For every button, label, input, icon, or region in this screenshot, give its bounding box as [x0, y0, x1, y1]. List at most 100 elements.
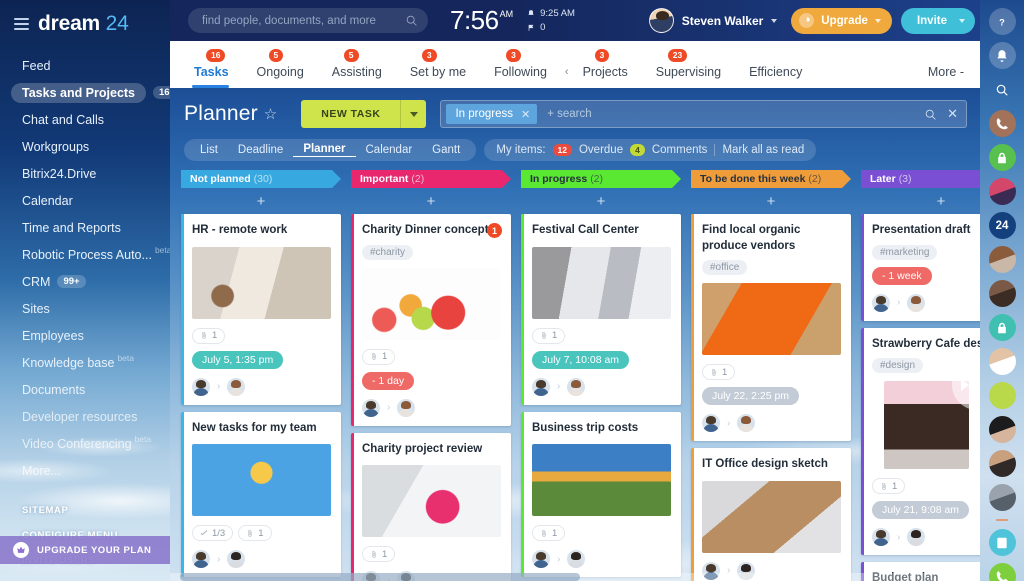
avatar[interactable] — [702, 414, 720, 433]
clear-filter-icon[interactable]: ✕ — [947, 106, 958, 122]
rail-lock-icon[interactable] — [988, 314, 1016, 341]
tab-projects[interactable]: Projects 3 — [573, 49, 646, 88]
task-card[interactable]: New tasks for my team 1/3 1 › — [181, 411, 341, 578]
chevron-down-icon[interactable] — [874, 18, 881, 23]
task-card[interactable]: Charity project review1› — [351, 432, 511, 581]
search-icon[interactable] — [405, 14, 418, 27]
sidebar-item-chat-and-calls[interactable]: Chat and Calls — [0, 106, 170, 133]
scrollbar-thumb[interactable] — [180, 573, 580, 581]
view-deadline[interactable]: Deadline — [228, 144, 293, 156]
sidebar-item-video-conferencing[interactable]: Video Conferencing beta — [0, 430, 170, 457]
sidebar-item-time-and-reports[interactable]: Time and Reports — [0, 214, 170, 241]
avatar[interactable] — [192, 377, 210, 396]
add-card-button[interactable]: + — [351, 188, 511, 214]
avatar[interactable] — [567, 377, 586, 396]
rail-avatar-icon[interactable] — [988, 246, 1016, 273]
invite-button[interactable]: Invite — [900, 7, 975, 34]
avatar[interactable] — [397, 398, 416, 417]
tab-scroll-left-icon[interactable]: ‹ — [565, 66, 573, 88]
task-card[interactable]: HR - remote work 1 July 5, 1:35 pm › — [181, 214, 341, 405]
rail-phone-icon[interactable] — [988, 563, 1016, 581]
view-calendar[interactable]: Calendar — [356, 144, 423, 156]
sidebar-item-workgroups[interactable]: Workgroups — [0, 133, 170, 160]
sidebar-item-tasks-and-projects[interactable]: Tasks and Projects 16 — [0, 79, 170, 106]
avatar[interactable] — [192, 550, 210, 569]
new-task-dropdown[interactable] — [401, 100, 426, 128]
sidebar-item-robotic-process-auto[interactable]: Robotic Process Auto... beta — [0, 241, 170, 268]
favorite-star-icon[interactable]: ☆ — [264, 105, 277, 123]
tab-set-by-me[interactable]: Set by me 3 — [400, 49, 484, 88]
view-list[interactable]: List — [190, 144, 228, 156]
rail-avatar-icon[interactable] — [988, 416, 1016, 443]
rail-help-icon[interactable]: ? — [988, 8, 1016, 35]
sidebar-item-crm[interactable]: CRM 99+ — [0, 268, 170, 295]
tab-tasks[interactable]: Tasks 16 — [184, 49, 247, 88]
tab-more-button[interactable]: More - — [928, 65, 980, 88]
rail-phone-icon[interactable] — [988, 110, 1016, 137]
task-card[interactable]: Find local organic produce vendors #offic… — [691, 214, 851, 442]
rail-avatar-icon[interactable] — [988, 382, 1016, 409]
rail-search-icon[interactable] — [989, 76, 1016, 103]
avatar[interactable] — [872, 528, 890, 547]
avatar[interactable] — [907, 293, 926, 312]
chevron-down-icon[interactable] — [959, 18, 965, 23]
avatar[interactable] — [362, 398, 380, 417]
horizontal-scrollbar[interactable] — [170, 573, 980, 581]
sidebar-item-calendar[interactable]: Calendar — [0, 187, 170, 214]
chevron-down-icon[interactable] — [771, 18, 778, 23]
overdue-label[interactable]: Overdue — [579, 144, 623, 156]
tab-following[interactable]: Following 3 — [484, 49, 565, 88]
avatar[interactable] — [567, 550, 586, 569]
tab-ongoing[interactable]: Ongoing 5 — [247, 49, 322, 88]
rail-bell-icon[interactable] — [988, 42, 1016, 69]
filter-placeholder[interactable]: + search — [547, 108, 918, 120]
task-card[interactable]: IT Office design sketch › — [691, 448, 851, 581]
rail-avatar-icon[interactable] — [988, 280, 1016, 307]
user-menu[interactable]: Steven Walker — [648, 8, 778, 33]
upgrade-your-plan-button[interactable]: UPGRADE YOUR PLAN — [0, 536, 170, 564]
card-tag[interactable]: #office — [702, 260, 748, 276]
alarm-stat[interactable]: 9:25 AM — [527, 8, 575, 19]
column-header[interactable]: To be done this week (2) — [691, 170, 851, 188]
close-icon[interactable]: ✕ — [521, 108, 530, 121]
upgrade-button[interactable]: Upgrade — [791, 7, 892, 34]
column-header[interactable]: Not planned (30) — [181, 170, 341, 188]
filter-chip-in-progress[interactable]: In progress ✕ — [446, 104, 538, 124]
add-card-button[interactable]: + — [181, 188, 341, 214]
search-input[interactable] — [202, 14, 405, 27]
brand-logo[interactable]: dream 24 — [0, 0, 170, 50]
rail-avatar-icon[interactable] — [988, 348, 1016, 375]
avatar[interactable] — [648, 8, 674, 33]
rail-bitrix24-icon[interactable]: 24 — [988, 212, 1016, 239]
tab-supervising[interactable]: Supervising 23 — [646, 49, 739, 88]
sidebar-item-more[interactable]: More... — [0, 457, 170, 484]
new-task-button[interactable]: NEW TASK — [301, 100, 427, 128]
task-card[interactable]: Festival Call Center 1 July 7, 10:08 am › — [521, 214, 681, 405]
sidebar-item-sites[interactable]: Sites — [0, 295, 170, 322]
avatar[interactable] — [227, 377, 246, 396]
rail-avatar-icon[interactable] — [988, 450, 1016, 477]
sidebar-sublink-sitemap[interactable]: SITEMAP — [0, 498, 170, 523]
tab-efficiency[interactable]: Efficiency — [739, 65, 820, 88]
sidebar-item-employees[interactable]: Employees — [0, 322, 170, 349]
sidebar-item-developer-resources[interactable]: Developer resources — [0, 403, 170, 430]
column-header[interactable]: In progress (2) — [521, 170, 681, 188]
column-header[interactable]: Important (2) — [351, 170, 511, 188]
mark-all-as-read-button[interactable]: Mark all as read — [722, 144, 804, 156]
sidebar-item-knowledge-base[interactable]: Knowledge base beta — [0, 349, 170, 376]
avatar[interactable] — [532, 550, 550, 569]
rail-lock-icon[interactable] — [988, 144, 1016, 171]
avatar[interactable] — [532, 377, 550, 396]
rail-avatar-icon[interactable] — [988, 178, 1016, 205]
add-card-button[interactable]: + — [521, 188, 681, 214]
hamburger-menu-icon[interactable] — [14, 18, 29, 30]
avatar[interactable] — [872, 293, 890, 312]
search-icon[interactable] — [924, 108, 937, 121]
avatar[interactable] — [227, 550, 246, 569]
card-tag[interactable]: #charity — [362, 244, 414, 260]
rail-avatar-icon[interactable] — [988, 484, 1016, 511]
flag-stat[interactable]: 0 — [527, 22, 575, 33]
sidebar-item-bitrix24-drive[interactable]: Bitrix24.Drive — [0, 160, 170, 187]
global-search[interactable] — [188, 8, 428, 33]
task-card[interactable]: Business trip costs 1 › — [521, 411, 681, 578]
